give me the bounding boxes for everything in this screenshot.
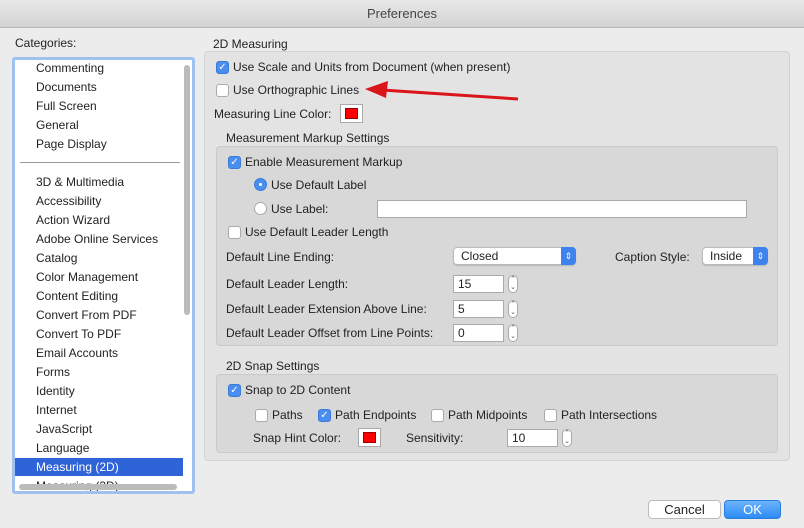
category-item[interactable]: Measuring (2D) <box>15 458 183 476</box>
caption-label: Caption Style: <box>615 250 690 264</box>
list-divider <box>20 162 180 163</box>
categories-label: Categories: <box>15 36 77 50</box>
category-item[interactable]: Action Wizard <box>36 211 110 229</box>
offset-stepper[interactable]: ⌃ ⌄ <box>508 324 518 342</box>
default-label-label: Use Default Label <box>271 178 367 192</box>
caption-select[interactable]: Inside ⇕ <box>702 247 768 265</box>
category-item[interactable]: Content Editing <box>36 287 118 305</box>
endpoints-label: Path Endpoints <box>335 408 417 422</box>
use-label-radio[interactable] <box>254 202 267 215</box>
line-ending-label: Default Line Ending: <box>226 250 335 264</box>
use-ortho-checkbox[interactable] <box>216 84 229 97</box>
category-item[interactable]: Color Management <box>36 268 138 286</box>
category-item[interactable]: Identity <box>36 382 75 400</box>
ok-button[interactable]: OK <box>724 500 781 519</box>
midpoints-label: Path Midpoints <box>448 408 528 422</box>
leader-length-input[interactable]: 15 <box>453 275 504 293</box>
sensitivity-label: Sensitivity: <box>406 431 464 445</box>
line-color-swatch[interactable] <box>340 104 363 123</box>
use-scale-label: Use Scale and Units from Document (when … <box>233 60 511 74</box>
use-label-input[interactable] <box>377 200 747 218</box>
title-bar: Preferences <box>0 0 804 28</box>
extension-stepper[interactable]: ⌃ ⌄ <box>508 300 518 318</box>
intersections-checkbox[interactable] <box>544 409 557 422</box>
category-item[interactable]: Documents <box>36 78 97 96</box>
offset-input[interactable]: 0 <box>453 324 504 342</box>
line-ending-select[interactable]: Closed ⇕ <box>453 247 576 265</box>
annotation-arrow-icon <box>365 81 519 101</box>
use-scale-checkbox[interactable]: ✓ <box>216 61 229 74</box>
horizontal-scrollbar[interactable] <box>19 484 177 490</box>
hint-color-label: Snap Hint Color: <box>253 431 342 445</box>
cancel-button[interactable]: Cancel <box>648 500 721 519</box>
midpoints-checkbox[interactable] <box>431 409 444 422</box>
category-item[interactable]: Page Display <box>36 135 107 153</box>
caption-value: Inside <box>710 249 743 263</box>
leader-length-stepper[interactable]: ⌃ ⌄ <box>508 275 518 293</box>
categories-list[interactable]: Measuring (3D)Measuring (2D)LanguageJava… <box>12 57 195 494</box>
endpoints-checkbox[interactable]: ✓ <box>318 409 331 422</box>
chevron-updown-icon: ⇕ <box>561 247 576 265</box>
default-label-radio[interactable] <box>254 178 267 191</box>
category-item[interactable]: Accessibility <box>36 192 101 210</box>
leader-length-checkbox[interactable] <box>228 226 241 239</box>
extension-input[interactable]: 5 <box>453 300 504 318</box>
enable-markup-checkbox[interactable]: ✓ <box>228 156 241 169</box>
category-item[interactable]: Convert From PDF <box>36 306 137 324</box>
snap-content-checkbox[interactable]: ✓ <box>228 384 241 397</box>
category-item[interactable]: Catalog <box>36 249 77 267</box>
leader-length-cb-label: Use Default Leader Length <box>245 225 389 239</box>
line-color-label: Measuring Line Color: <box>214 107 332 121</box>
sensitivity-input[interactable]: 10 <box>507 429 558 447</box>
markup-title: Measurement Markup Settings <box>226 131 390 145</box>
category-item[interactable]: Convert To PDF <box>36 325 121 343</box>
category-item[interactable]: JavaScript <box>36 420 92 438</box>
paths-checkbox[interactable] <box>255 409 268 422</box>
intersections-label: Path Intersections <box>561 408 658 422</box>
snap-title: 2D Snap Settings <box>226 359 320 373</box>
sensitivity-stepper[interactable]: ⌃ ⌄ <box>562 429 572 447</box>
enable-markup-label: Enable Measurement Markup <box>245 155 403 169</box>
use-label-label: Use Label: <box>271 202 329 216</box>
category-item[interactable]: General <box>36 116 79 134</box>
category-item[interactable]: Adobe Online Services <box>36 230 158 248</box>
snap-content-label: Snap to 2D Content <box>245 383 351 397</box>
offset-label: Default Leader Offset from Line Points: <box>226 326 434 340</box>
category-item[interactable]: Language <box>36 439 89 457</box>
use-ortho-label: Use Orthographic Lines <box>233 83 360 97</box>
category-item[interactable]: Commenting <box>36 60 104 77</box>
line-ending-value: Closed <box>461 249 499 263</box>
chevron-updown-icon: ⇕ <box>753 247 768 265</box>
extension-label: Default Leader Extension Above Line: <box>226 302 427 316</box>
category-item[interactable]: 3D & Multimedia <box>36 173 124 191</box>
vertical-scrollbar[interactable] <box>184 65 190 315</box>
category-item[interactable]: Full Screen <box>36 97 97 115</box>
category-item[interactable]: Email Accounts <box>36 344 118 362</box>
leader-length-label: Default Leader Length: <box>226 277 349 291</box>
category-item[interactable]: Internet <box>36 401 77 419</box>
paths-label: Paths <box>272 408 303 422</box>
category-item[interactable]: Forms <box>36 363 70 381</box>
hint-color-swatch[interactable] <box>358 428 381 447</box>
window-title: Preferences <box>366 6 438 21</box>
section-title: 2D Measuring <box>213 37 288 51</box>
